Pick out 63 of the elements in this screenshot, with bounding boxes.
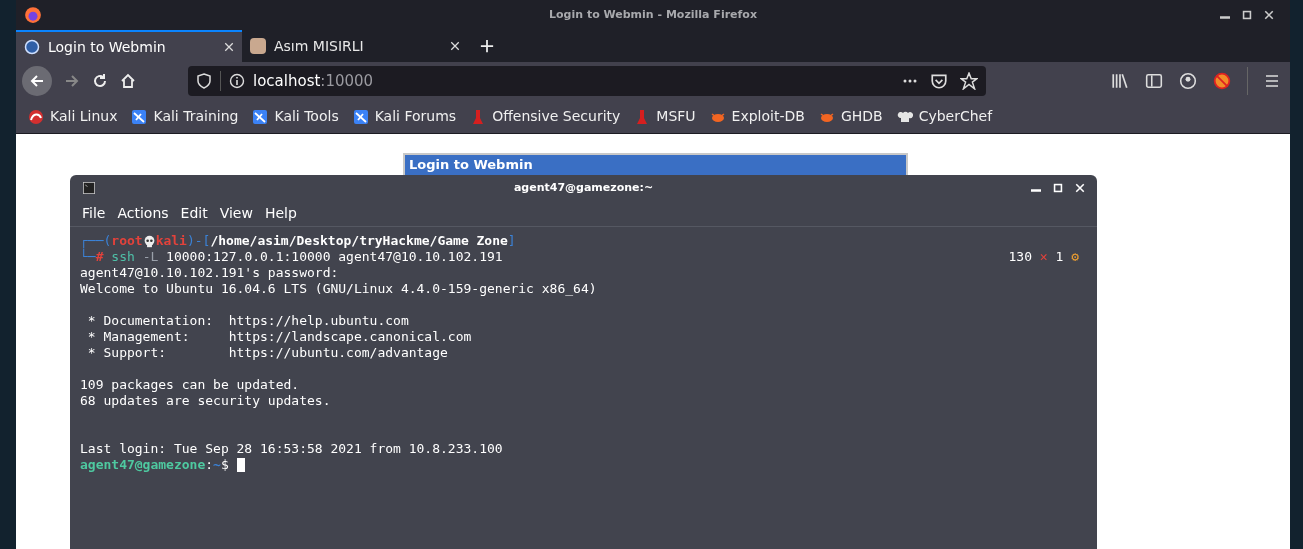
menu-item[interactable]: Edit (180, 203, 208, 224)
maximize-icon (1053, 183, 1063, 193)
terminal-output: * Management: https://landscape.canonical.com (86, 329, 472, 345)
bookmark-link[interactable]: MSFU (634, 106, 696, 127)
close-icon (1264, 10, 1274, 20)
close-icon (450, 41, 460, 51)
info-icon (229, 73, 245, 89)
back-button[interactable] (22, 66, 52, 96)
library-icon (1111, 72, 1129, 90)
home-icon (120, 73, 136, 89)
tab-title: Login to Webmin (48, 37, 167, 57)
plus-icon (480, 39, 494, 53)
close-icon (1075, 183, 1085, 193)
bookmark-link[interactable]: Kali Tools (252, 106, 339, 127)
right-arrow-icon (64, 73, 80, 89)
terminal-output: Welcome to Ubuntu 16.04.6 LTS (GNU/Linux 4.4.0-159-generic x86_64) (80, 281, 597, 297)
left-arrow-icon (29, 73, 45, 89)
account-icon (1179, 72, 1197, 90)
url-text: localhost:10000 (253, 70, 374, 92)
close-icon (224, 42, 234, 52)
terminal-output: Last login: Tue Sep 28 16:53:58 2021 from 10.8.233.100 (80, 441, 503, 457)
shield-icon (196, 73, 212, 89)
bookmark-link[interactable]: GHDB (818, 106, 883, 127)
bookmark-link[interactable]: Exploit-DB (709, 106, 805, 127)
prompt-path: kali)-[/home/asim/Desktop/tryHackme/Game Zone] (155, 233, 516, 249)
star-icon (960, 72, 978, 90)
command-line: └─# ssh -L 10000:127.0.0.1:10000 agent47@10.10.102.191 (80, 249, 503, 265)
browser-tab[interactable]: Asım MISIRLI (242, 30, 468, 62)
blocked-extension-icon (1213, 72, 1231, 90)
menu-item[interactable]: View (219, 203, 253, 224)
text-cursor (236, 458, 245, 472)
bookmark-link[interactable]: CyberChef (896, 106, 993, 127)
menu-item[interactable]: Help (264, 203, 297, 224)
bookmark-link[interactable]: Kali Forums (352, 106, 457, 127)
terminal-output: * Support: https://ubuntu.com/advantage (86, 345, 448, 361)
tab-title: Asım MISIRLI (274, 36, 365, 56)
browser-tab[interactable]: Login to Webmin (16, 30, 242, 62)
menu-item[interactable]: Actions (117, 203, 169, 224)
address-bar[interactable]: localhost:10000 (188, 66, 986, 96)
menu-icon (1264, 73, 1280, 89)
reload-icon (92, 73, 108, 89)
terminal-output: 68 updates are security updates. (80, 393, 331, 409)
maximize-icon (1242, 10, 1252, 20)
bookmark-link[interactable]: Kali Linux (28, 106, 118, 127)
bookmark-link[interactable]: Kali Training (131, 106, 239, 127)
exit-status: 130 ✕ 1 ⚙ (1008, 249, 1079, 265)
bookmark-link[interactable]: Offensive Security (470, 106, 621, 127)
shell-prompt: agent47@gamezone:~$ (80, 457, 230, 473)
minimize-icon (1031, 189, 1041, 192)
pocket-icon (930, 72, 948, 90)
dialog-title: Login to Webmin (405, 155, 906, 175)
terminal-output: * Documentation: https://help.ubuntu.com (86, 313, 409, 329)
sidebar-icon (1145, 72, 1163, 90)
prompt-line: ┌──(root (80, 233, 143, 249)
terminal-icon (82, 182, 96, 194)
terminal-title: agent47@gamezone:~ (513, 179, 654, 196)
menu-item[interactable]: File (82, 203, 106, 224)
skull-icon (142, 234, 156, 248)
window-title: Login to Webmin - Mozilla Firefox (549, 6, 757, 23)
minimize-icon (1220, 16, 1230, 19)
terminal-output: agent47@10.10.102.191's password: (80, 265, 339, 281)
terminal-output: 109 packages can be updated. (80, 377, 300, 393)
avatar-icon (250, 38, 266, 54)
